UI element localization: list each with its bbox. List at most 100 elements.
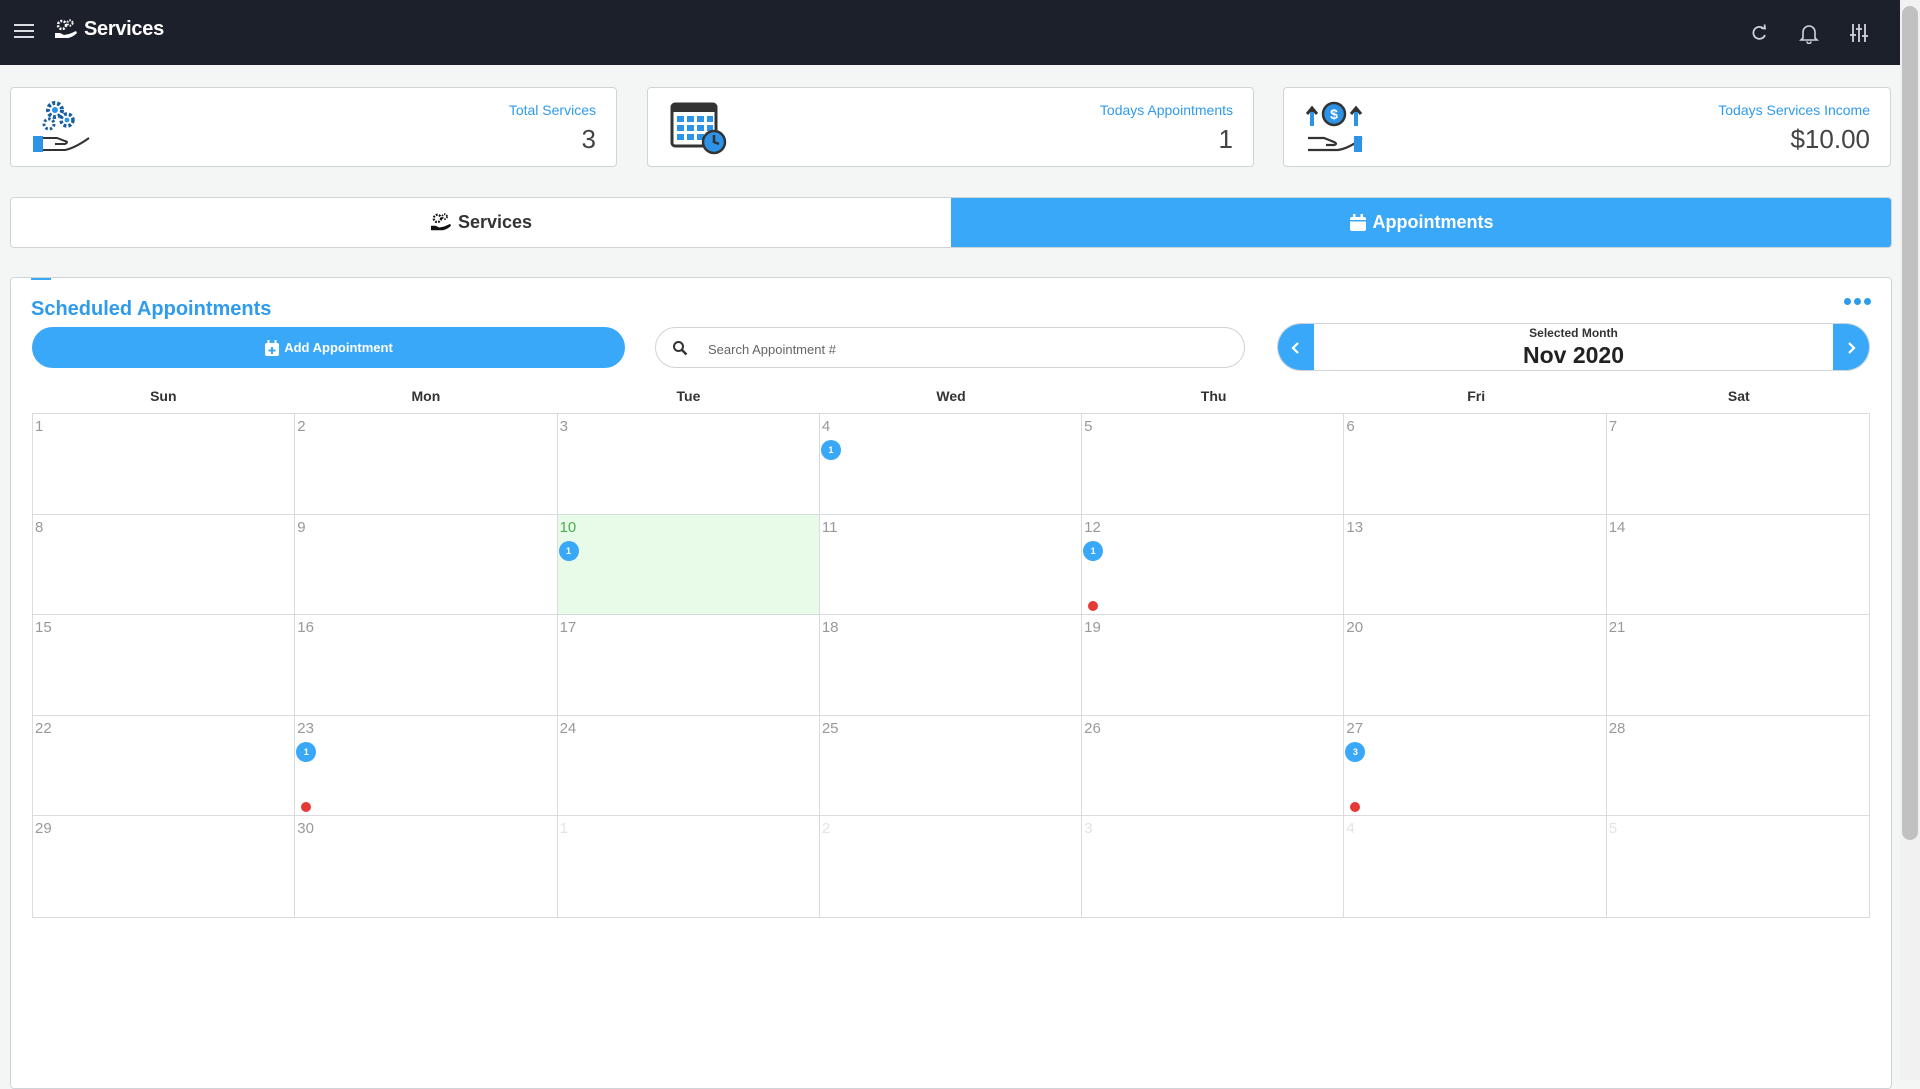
day-number: 2 [821,820,831,838]
day-number: 30 [297,820,314,838]
calendar-day[interactable]: 1 [558,816,820,917]
calendar-day[interactable]: 11 [819,514,1083,616]
day-number: 7 [1608,418,1618,435]
appointment-count-badge[interactable]: 1 [558,540,579,561]
calendar-day[interactable]: 2 [820,816,1083,917]
weekday-header: Sun Mon Tue Wed Thu Fri Sat [32,388,1870,404]
calendar-day[interactable]: 28 [1606,716,1869,817]
appointment-count-badge[interactable]: 1 [296,741,317,762]
day-number: 11 [821,518,838,536]
calendar-day[interactable]: 30 [295,816,558,917]
day-number: 12 [1084,518,1101,536]
day-number: 14 [1608,518,1626,536]
calendar-day[interactable]: 2 [295,414,558,515]
money-hand-icon: $ [1305,101,1363,152]
calendar-day[interactable]: 4 [1344,816,1607,917]
calendar-day[interactable]: 5 [1082,414,1345,515]
alert-dot [1350,801,1361,812]
calendar-day[interactable]: 22 [33,715,296,817]
bell-icon[interactable] [1798,22,1820,44]
day-number: 28 [1608,719,1626,737]
day-number: 27 [1346,719,1364,737]
calendar-day[interactable]: 12 1 [1082,514,1345,616]
calendar-day[interactable]: 9 [295,514,558,616]
month-selector: Selected Month Nov 2020 [1277,323,1870,371]
more-options-icon[interactable] [1844,298,1871,305]
day-number: 29 [35,820,52,838]
tab-label: Appointments [1372,212,1494,232]
calendar-day[interactable]: 14 [1606,515,1869,616]
day-number: 1 [559,820,568,838]
stat-label: Todays Services Income [1718,102,1870,118]
alert-dot [301,801,312,812]
calendar-day[interactable]: 6 [1344,414,1607,515]
page-scrollbar[interactable] [1900,0,1920,1080]
day-number: 20 [1346,619,1364,637]
calendar-day[interactable]: 10 1 [557,514,820,616]
calendar-day[interactable]: 13 [1344,514,1607,616]
top-bar: Services [0,0,1900,65]
day-number: 23 [297,719,314,737]
stat-value: 3 [581,124,596,154]
panel-title: Scheduled Appointments [31,298,272,320]
calendar-day[interactable]: 3 [557,414,820,515]
day-number: 4 [821,418,831,435]
calendar-day[interactable]: 18 [819,615,1083,716]
day-number: 6 [1346,418,1355,435]
tab-appointments[interactable]: Appointments [951,198,1891,247]
app-title: Services [84,18,164,40]
appointment-count-badge[interactable]: 3 [1345,741,1366,762]
calendar-day[interactable]: 8 [33,514,296,616]
calendar-day[interactable]: 15 [33,615,296,716]
refresh-icon[interactable] [1748,22,1770,44]
stat-card-todays-appointments: Todays Appointments 1 [647,87,1254,167]
selected-month-value: Nov 2020 [1522,342,1624,368]
day-number: 9 [297,518,306,536]
calendar-day[interactable]: 21 [1606,615,1869,716]
scrollbar-thumb[interactable] [1902,6,1918,840]
services-icon [430,212,451,230]
day-number: 1 [35,418,44,435]
calendar-day[interactable]: 29 [33,816,296,917]
calendar-day[interactable]: 26 [1082,715,1345,817]
services-icon [55,18,77,38]
calendar-day[interactable]: 20 [1344,615,1607,716]
add-appointment-button[interactable]: Add Appointment [32,327,625,368]
alert-dot [1088,600,1099,611]
weekday-label: Fri [1467,388,1486,404]
day-number: 3 [559,418,568,435]
day-number: 4 [1346,820,1355,838]
sliders-icon[interactable] [1848,22,1870,44]
calendar-day[interactable]: 19 [1082,615,1345,716]
weekday-label: Wed [936,388,966,404]
calendar-day[interactable]: 27 3 [1344,715,1607,817]
calendar-day[interactable]: 1 [33,414,296,515]
day-number: 3 [1084,820,1093,838]
calendar-day[interactable]: 41 [819,414,1083,515]
appointment-count-badge[interactable]: 1 [820,440,841,460]
day-number: 25 [821,719,839,737]
day-number: 22 [35,719,52,737]
tab-services[interactable]: Services [11,198,951,247]
calendar-day[interactable]: 7 [1606,414,1869,515]
calendar-day[interactable]: 24 [557,715,820,817]
gears-hand-icon [33,101,90,152]
calendar-day[interactable]: 23 1 [295,715,558,817]
weekday-label: Mon [411,388,441,404]
search-appointment-input[interactable] [706,338,1230,360]
day-number: 5 [1084,418,1093,435]
day-number: 10 [559,518,577,536]
menu-icon[interactable] [12,20,36,42]
calendar-day[interactable]: 3 [1082,816,1345,917]
appointment-count-badge[interactable]: 1 [1083,540,1104,561]
selected-month-label: Selected Month [1529,326,1618,340]
panel-accent [31,278,51,280]
stat-value: $10.00 [1790,124,1870,154]
calendar-day[interactable]: 17 [557,615,820,716]
stat-card-total-services: Total Services 3 [10,87,617,167]
calendar-day[interactable]: 16 [295,615,558,716]
calendar-day[interactable]: 25 [819,715,1083,817]
calendar-day[interactable]: 5 [1607,816,1869,917]
weekday-label: Sun [150,388,177,404]
next-month-button[interactable] [1833,324,1869,370]
